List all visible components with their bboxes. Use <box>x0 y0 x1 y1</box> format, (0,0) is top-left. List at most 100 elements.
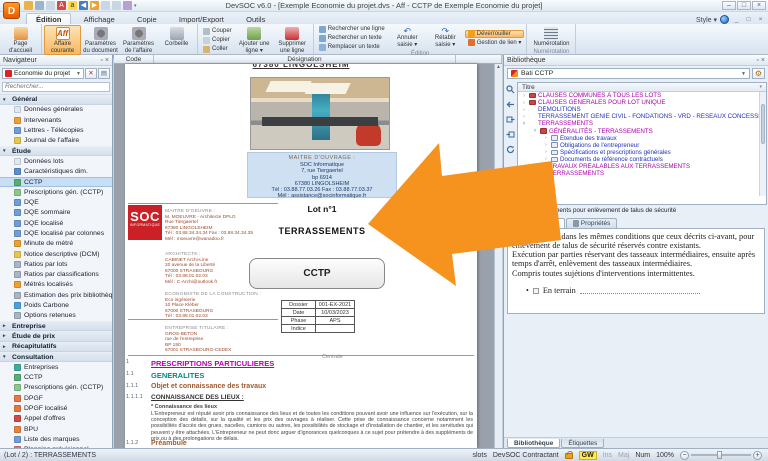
sidebar-item[interactable]: Données lots <box>0 156 112 166</box>
bottom-tab-bibliotheque[interactable]: Bibliothèque <box>507 439 560 448</box>
sidebar-item[interactable]: DQE localisé <box>0 218 112 228</box>
palette-icon[interactable] <box>123 1 132 10</box>
column-extra[interactable] <box>456 55 502 63</box>
close-button[interactable]: × <box>752 1 766 10</box>
supprimer-ligne-button[interactable]: Supprimer une ligne <box>274 25 311 55</box>
sidebar-item[interactable]: BPU <box>0 424 112 434</box>
sidebar-item[interactable]: ▸ Entreprise <box>0 321 112 331</box>
tree-item[interactable]: › TERRASSEMENT GÉNIE CIVIL - FONDATIONS … <box>518 113 766 120</box>
zoom-out-icon[interactable]: − <box>680 451 689 460</box>
grid-icon[interactable] <box>112 1 121 10</box>
sidebar-item[interactable]: Lettres - Télécopies <box>0 125 112 135</box>
nav-back-icon[interactable]: ◀ <box>79 1 88 10</box>
library-source-select[interactable]: Bati CCTP ▼ <box>507 68 750 79</box>
description-content[interactable]: Terrassements dans les mêmes conditions … <box>507 228 765 314</box>
sidebar-item[interactable]: ▸ Récapitulatifs <box>0 342 112 352</box>
zoom-thumb[interactable] <box>717 451 722 459</box>
affaire-courante-button[interactable]: Aff Affaire courante <box>44 25 81 55</box>
tree-item[interactable]: › Documents de référence contractuels <box>518 156 766 163</box>
numerotation-button[interactable]: Numérotation <box>529 25 573 49</box>
document-section-row[interactable]: 1.1 GENERALITES <box>125 371 477 380</box>
sidebar-item[interactable]: DQE <box>0 197 112 207</box>
tree-item[interactable] <box>518 184 766 191</box>
document-section-row[interactable]: 1.1.1.1 CONNAISSANCE DES LIEUX : <box>125 394 477 401</box>
parametres-document-button[interactable]: Paramètres du document <box>82 25 119 55</box>
window-icon[interactable] <box>101 1 110 10</box>
tree-item[interactable]: ˅ GÉNÉRALITÉS - TERRASSEMENTS <box>518 127 766 134</box>
sidebar-item[interactable]: Estimation des prix bibliothèque <box>0 290 112 300</box>
sidebar-item[interactable]: Ratios par lots <box>0 259 112 269</box>
rechercher-texte-button[interactable]: Rechercher un texte <box>316 34 388 42</box>
home-icon[interactable] <box>24 1 33 10</box>
tab-description[interactable]: Description <box>507 218 565 228</box>
sidebar-item[interactable]: ▸ Étude de prix <box>0 331 112 341</box>
sidebar-item[interactable]: Ratios par classifications <box>0 270 112 280</box>
deverrouiller-button[interactable]: Déverrouiller <box>465 30 525 38</box>
minimize-button[interactable]: – <box>722 1 736 10</box>
sidebar-item[interactable]: ▾ Consultation <box>0 352 112 362</box>
sidebar-item[interactable]: Minute de métré <box>0 239 112 249</box>
doc-restore-button[interactable]: □ <box>744 16 753 23</box>
rechercher-ligne-button[interactable]: Rechercher une ligne <box>316 25 388 33</box>
gestion-lien-button[interactable]: Gestion de lien ▾ <box>465 39 525 47</box>
tree-item[interactable]: › DÉMOLITIONS <box>518 106 766 113</box>
sidebar-item[interactable]: DPGF localisé <box>0 403 112 413</box>
sidebar-item[interactable]: Appel d'offres <box>0 414 112 424</box>
document-section-row[interactable]: 1.1.2 Préambule <box>125 440 477 447</box>
tree-item[interactable]: › CLAUSES COMMUNES À TOUS LES LOTS <box>518 92 766 99</box>
couper-button[interactable]: Couper <box>200 27 235 35</box>
highlight-icon[interactable]: a <box>68 1 77 10</box>
sidebar-item[interactable]: Journal de l'affaire <box>0 136 112 146</box>
sidebar-item[interactable]: Caractéristiques dim. <box>0 167 112 177</box>
tree-item[interactable] <box>518 177 766 184</box>
search-icon[interactable] <box>506 85 515 94</box>
tree-item[interactable]: › Étendue des travaux <box>518 135 766 142</box>
sidebar-item[interactable]: CCTP <box>0 373 112 383</box>
retablir-saisie-button[interactable]: ↷ Rétablir saisie ▾ <box>427 25 464 51</box>
ajouter-ligne-button[interactable]: Ajouter une ligne ▾ <box>236 25 273 55</box>
refresh-icon[interactable] <box>506 145 515 154</box>
tree-item[interactable]: › CLAUSES GÉNÉRALES POUR LOT UNIQUE <box>518 99 766 106</box>
font-color-icon[interactable]: A <box>57 1 66 10</box>
document-section-row[interactable]: * Connaissance des lieux <box>125 404 477 410</box>
nav-forward-icon[interactable]: ▶ <box>90 1 99 10</box>
tree-item[interactable]: ˅ TERRASSEMENTS <box>518 170 766 177</box>
pin-icon[interactable]: ▫ <box>756 57 758 64</box>
corbeille-button[interactable]: Corbeille <box>158 25 195 55</box>
sidebar-item[interactable]: Données générales <box>0 105 112 115</box>
document-section-row[interactable]: 1.1.1 Objet et connaissance des travaux <box>125 383 477 390</box>
bottom-tab-etiquettes[interactable]: Étiquettes <box>561 439 604 448</box>
maximize-button[interactable]: □ <box>737 1 751 10</box>
close-panel-icon[interactable]: × <box>105 57 109 64</box>
copier-button[interactable]: Copier <box>200 36 235 44</box>
annuler-saisie-button[interactable]: ↶ Annuler saisie ▾ <box>389 25 426 51</box>
library-settings-button[interactable]: ⚙ <box>752 68 765 79</box>
print-icon[interactable] <box>35 1 44 10</box>
sidebar-item[interactable]: Métrés localisés <box>0 280 112 290</box>
sidebar-item[interactable]: DQE localisé par colonnes <box>0 228 112 238</box>
insert-left-icon[interactable] <box>506 100 515 109</box>
sidebar-item[interactable]: CCTP <box>0 177 112 187</box>
zoom-in-icon[interactable]: + <box>753 451 762 460</box>
document-scrollbar[interactable]: ▲ <box>494 64 502 448</box>
sidebar-item[interactable]: Prescriptions gén. (CCTP) <box>0 383 112 393</box>
sidebar-item[interactable]: Entreprises <box>0 362 112 372</box>
project-select[interactable]: Economie du projet ▼ <box>2 68 84 79</box>
sidebar-item[interactable]: DQE sommaire <box>0 208 112 218</box>
sidebar-item[interactable]: ▾ Général <box>0 95 112 105</box>
column-designation[interactable]: Désignation <box>154 55 456 63</box>
lock-icon[interactable] <box>565 453 573 459</box>
tree-item[interactable]: › Spécifications et prescriptions généra… <box>518 149 766 156</box>
tree-column-header[interactable]: Titre▾ <box>518 83 766 92</box>
close-project-button[interactable]: ✕ <box>85 68 97 79</box>
document-page[interactable]: 67380 LINGOLSHEIM MAITRE D'OUVRAGE : SOC… <box>125 64 477 448</box>
style-dropdown[interactable]: Style ▾ <box>696 16 717 24</box>
project-options-button[interactable]: ▤ <box>98 68 110 79</box>
search-input[interactable] <box>2 82 110 92</box>
pin-icon[interactable]: ▫ <box>100 57 102 64</box>
close-panel-icon[interactable]: × <box>761 57 765 64</box>
import-icon[interactable] <box>506 130 515 139</box>
app-logo-icon[interactable]: D <box>3 2 20 19</box>
sidebar-item[interactable]: Liste des marques <box>0 434 112 444</box>
page-accueil-button[interactable]: Page d'accueil <box>2 25 39 55</box>
